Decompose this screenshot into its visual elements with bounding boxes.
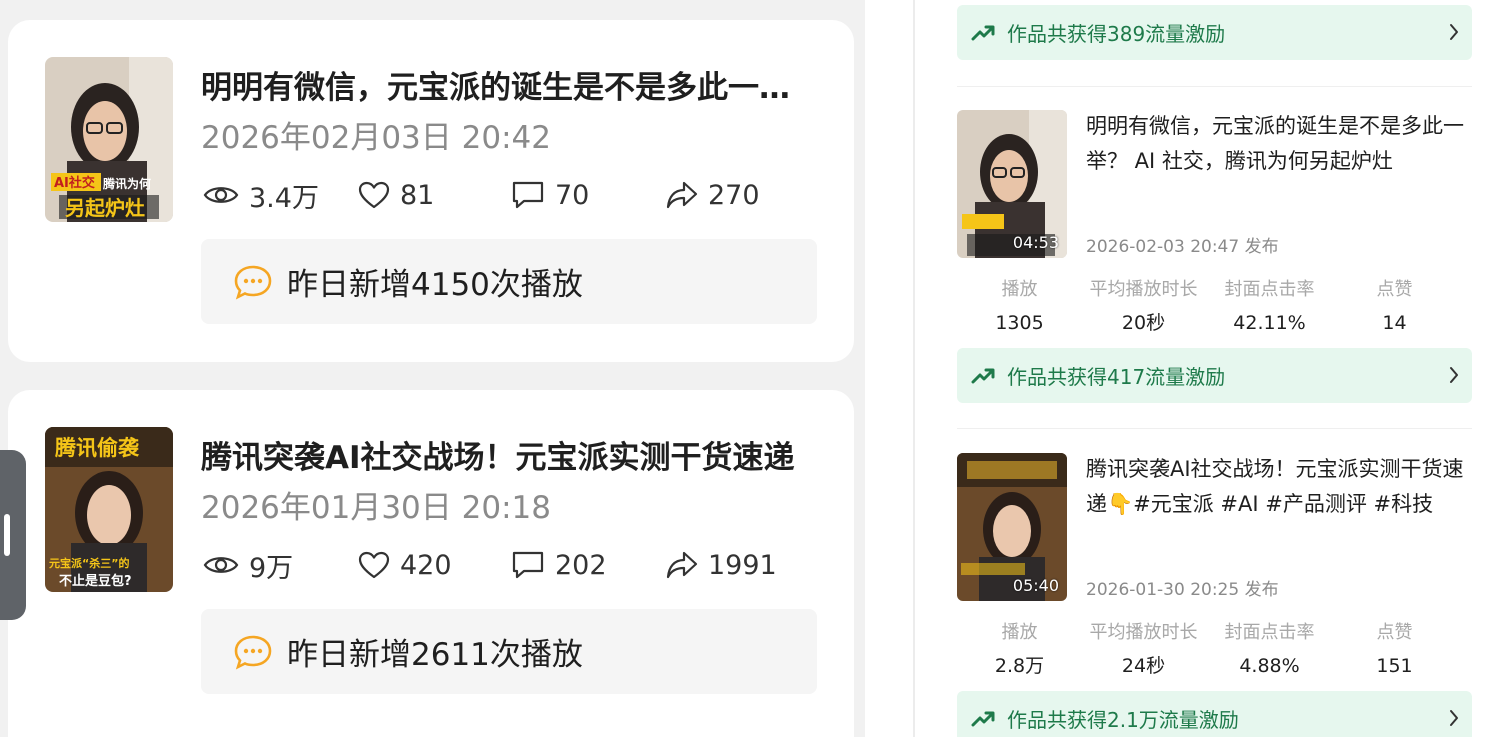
banner-text: 作品共获得389流量激励 <box>1007 22 1226 46</box>
chevron-right-icon <box>1450 367 1458 383</box>
metric-label: 平均播放时长 <box>1089 622 1198 643</box>
video-title[interactable]: 明明有微信，元宝派的诞生是不是多此一举？ AI 社交，腾讯为何另起炉灶 <box>1086 109 1466 179</box>
metric-label: 封面点击率 <box>1224 622 1315 643</box>
yesterday-plays: 昨日新增4150次播放 <box>201 239 817 324</box>
video-title[interactable]: 腾讯突袭AI社交战场！元宝派实测干货速递👇#元宝派 #AI #产品测评 #科技 <box>1086 452 1466 522</box>
trend-up-icon <box>971 25 995 40</box>
metric-cover-ctr: 封面点击率 42.11% <box>1207 278 1332 335</box>
video-duration: 04:53 <box>1012 233 1059 252</box>
metric-value: 1305 <box>995 312 1044 334</box>
metric-value: 24秒 <box>1121 655 1166 677</box>
video-duration: 05:40 <box>1012 576 1059 595</box>
views-stat: 9万 <box>203 545 293 585</box>
metric-label: 播放 <box>1001 622 1038 643</box>
metric-likes: 点赞 151 <box>1332 621 1457 678</box>
chevron-right-icon <box>1450 710 1458 726</box>
video-title[interactable]: 腾讯突袭AI社交战场！元宝派实测干货速递 <box>201 432 811 477</box>
eye-icon <box>203 557 239 573</box>
chat-bubble-icon <box>234 265 272 300</box>
likes-stat[interactable]: 420 <box>358 545 452 585</box>
metric-label: 点赞 <box>1376 279 1413 300</box>
video-card[interactable]: AI社交 腾讯为何 另起炉灶 明明有微信，元宝派的诞生是不是多此一举？AI社交，… <box>8 20 854 362</box>
video-title[interactable]: 明明有微信，元宝派的诞生是不是多此一举？AI社交，腾讯为何另起炉灶 <box>201 62 811 107</box>
cover-mid: 元宝派“杀三”的 <box>49 556 129 570</box>
metric-plays: 播放 2.8万 <box>957 621 1082 678</box>
metrics-row: 播放 2.8万 平均播放时长 24秒 封面点击率 4.88% 点赞 151 <box>957 621 1472 681</box>
yesterday-plays: 昨日新增2611次播放 <box>201 609 817 694</box>
metric-cover-ctr: 封面点击率 4.88% <box>1207 621 1332 678</box>
metric-avg-duration: 平均播放时长 20秒 <box>1081 278 1206 335</box>
video-card[interactable]: 腾讯偷袭 元宝派“杀三”的 不止是豆包? 腾讯突袭AI社交战场！元宝派实测干货速… <box>8 390 854 737</box>
video-cover[interactable]: 05:40 <box>957 453 1067 601</box>
metric-plays: 播放 1305 <box>957 278 1082 335</box>
views-count: 3.4万 <box>249 182 319 214</box>
comments-stat[interactable]: 202 <box>511 545 607 585</box>
metric-label: 播放 <box>1001 279 1038 300</box>
metric-value: 4.88% <box>1239 655 1300 677</box>
shares-stat[interactable]: 270 <box>666 175 760 215</box>
metric-value: 2.8万 <box>994 655 1045 677</box>
side-drawer-handle[interactable] <box>0 450 26 620</box>
video-date: 2026年01月30日 20:18 <box>201 490 551 526</box>
shares-stat[interactable]: 1991 <box>666 545 777 585</box>
metric-value: 14 <box>1382 312 1407 334</box>
comments-stat[interactable]: 70 <box>511 175 589 215</box>
eye-icon <box>203 187 239 203</box>
yesterday-plays-text: 昨日新增2611次播放 <box>287 637 583 673</box>
video-cover[interactable]: 腾讯偷袭 元宝派“杀三”的 不止是豆包? <box>45 427 173 592</box>
cover-tag: AI社交 <box>54 175 95 191</box>
chevron-right-icon <box>1450 24 1458 40</box>
likes-count: 420 <box>400 549 452 581</box>
traffic-incentive-banner[interactable]: 作品共获得417流量激励 <box>957 348 1472 403</box>
metric-label: 平均播放时长 <box>1089 279 1198 300</box>
banner-text: 作品共获得2.1万流量激励 <box>1007 708 1239 732</box>
traffic-incentive-banner[interactable]: 作品共获得2.1万流量激励 <box>957 691 1472 737</box>
yesterday-plays-text: 昨日新增4150次播放 <box>287 267 583 303</box>
metric-label: 封面点击率 <box>1224 279 1315 300</box>
trend-up-icon <box>971 711 995 726</box>
views-count: 9万 <box>249 552 294 584</box>
cover-bottom: 不止是豆包? <box>59 573 132 589</box>
divider <box>957 86 1472 87</box>
share-icon <box>666 181 698 209</box>
video-cover[interactable]: AI社交 腾讯为何 另起炉灶 <box>45 57 173 222</box>
heart-icon <box>358 181 390 209</box>
stats-row: 9万 420 202 1991 <box>201 545 801 585</box>
divider <box>957 428 1472 429</box>
trend-up-icon <box>971 368 995 383</box>
shares-count: 1991 <box>708 549 777 581</box>
comments-count: 202 <box>555 549 607 581</box>
metric-likes: 点赞 14 <box>1332 278 1457 335</box>
chat-bubble-icon <box>234 635 272 670</box>
metric-value: 151 <box>1376 655 1413 677</box>
cover-line2: 另起炉灶 <box>65 196 145 220</box>
video-cover[interactable]: 04:53 <box>957 110 1067 258</box>
cover-top: 腾讯偷袭 <box>55 435 140 460</box>
metrics-row: 播放 1305 平均播放时长 20秒 封面点击率 42.11% 点赞 14 <box>957 278 1472 338</box>
right-panel: 作品共获得389流量激励 04:53 明明有微信，元宝派的诞生是不是多此一举？ … <box>913 0 1500 737</box>
stats-row: 3.4万 81 70 270 <box>201 175 801 215</box>
metric-value: 20秒 <box>1121 312 1166 334</box>
likes-stat[interactable]: 81 <box>358 175 434 215</box>
share-icon <box>666 551 698 579</box>
banner-text: 作品共获得417流量激励 <box>1007 365 1226 389</box>
publish-date: 2026-01-30 20:25 发布 <box>1086 580 1279 600</box>
metric-value: 42.11% <box>1233 312 1306 334</box>
comments-count: 70 <box>555 179 590 211</box>
cover-line1: 腾讯为何 <box>102 176 151 191</box>
metric-label: 点赞 <box>1376 622 1413 643</box>
shares-count: 270 <box>708 179 760 211</box>
heart-icon <box>358 551 390 579</box>
panel-edge <box>913 0 915 737</box>
video-date: 2026年02月03日 20:42 <box>201 120 551 156</box>
comment-icon <box>512 181 544 209</box>
left-panel: AI社交 腾讯为何 另起炉灶 明明有微信，元宝派的诞生是不是多此一举？AI社交，… <box>0 0 865 737</box>
handle-bar <box>4 514 10 556</box>
comment-icon <box>512 551 544 579</box>
likes-count: 81 <box>400 179 435 211</box>
metric-avg-duration: 平均播放时长 24秒 <box>1081 621 1206 678</box>
views-stat: 3.4万 <box>203 175 319 215</box>
publish-date: 2026-02-03 20:47 发布 <box>1086 237 1279 257</box>
traffic-incentive-banner[interactable]: 作品共获得389流量激励 <box>957 5 1472 60</box>
